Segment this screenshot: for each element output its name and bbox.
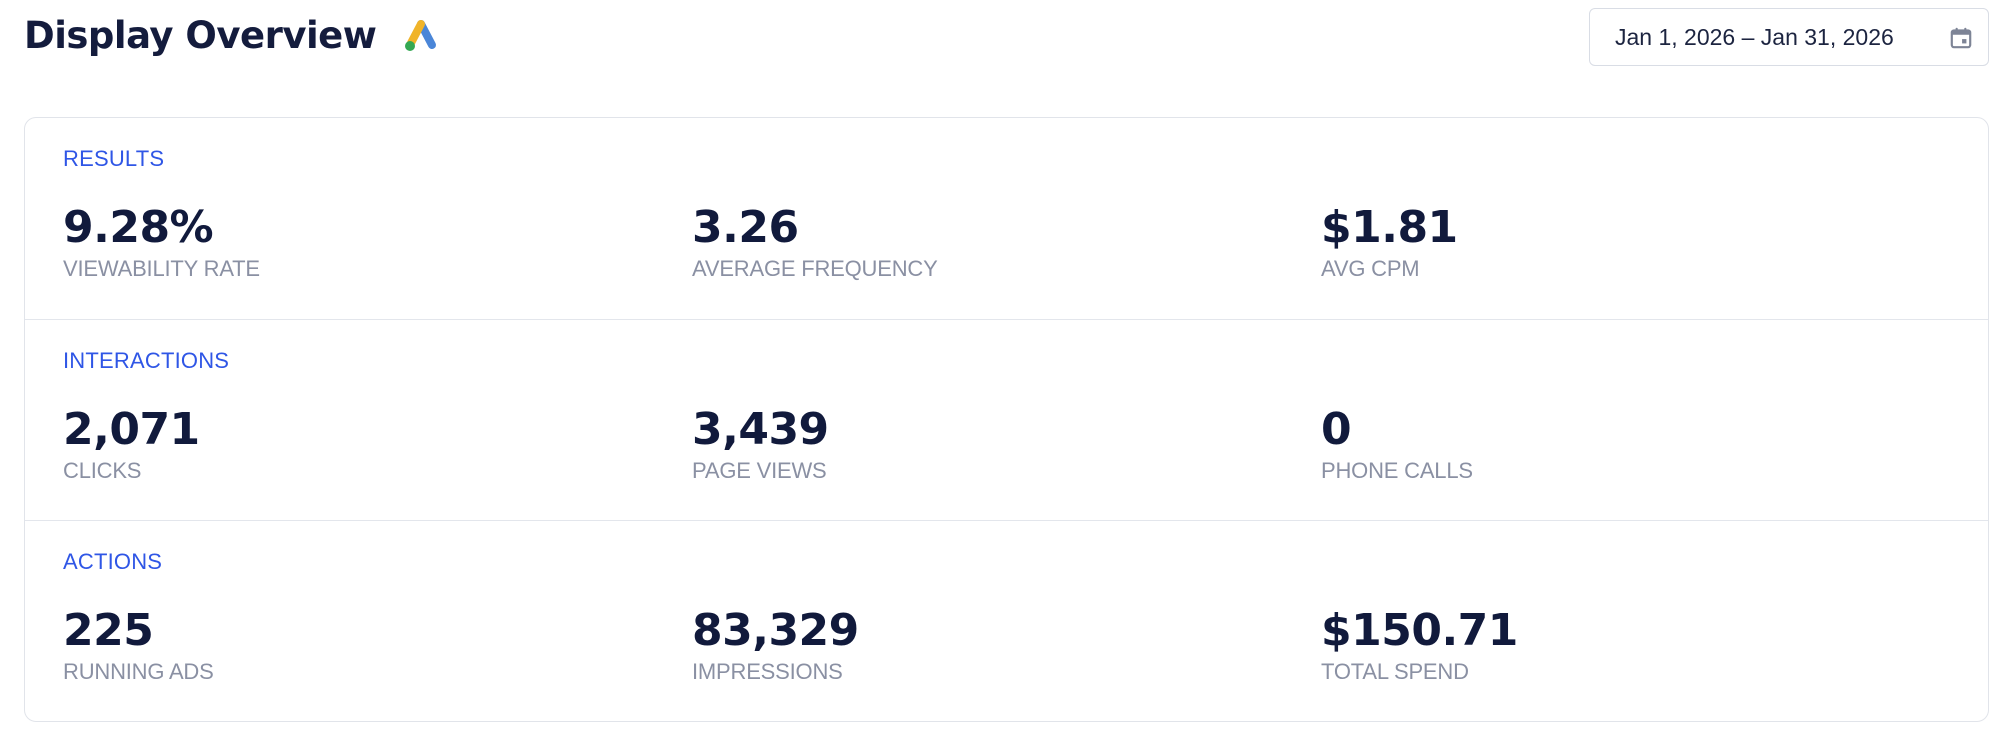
metric-average-frequency: 3.26 AVERAGE FREQUENCY — [692, 204, 938, 282]
section-title: RESULTS — [63, 146, 165, 171]
metric-label: AVG CPM — [1321, 256, 1420, 281]
metric-avg-cpm: $1.81 AVG CPM — [1321, 204, 1458, 282]
metric-label: AVERAGE FREQUENCY — [692, 256, 938, 281]
metric-value: 0 — [1321, 404, 1352, 455]
metric-impressions: 83,329 IMPRESSIONS — [692, 607, 859, 685]
metric-value: $1.81 — [1321, 202, 1458, 253]
metric-label: PAGE VIEWS — [692, 458, 827, 483]
date-range-picker[interactable]: Jan 1, 2026 – Jan 31, 2026 — [1589, 8, 1989, 66]
metric-label: TOTAL SPEND — [1321, 659, 1469, 684]
section-title: INTERACTIONS — [63, 348, 230, 373]
metric-value: 3,439 — [692, 404, 829, 455]
metric-clicks: 2,071 CLICKS — [63, 406, 200, 484]
metric-label: PHONE CALLS — [1321, 458, 1473, 483]
metric-phone-calls: 0 PHONE CALLS — [1321, 406, 1473, 484]
metric-value: $150.71 — [1321, 605, 1518, 656]
section-results: RESULTS 9.28% VIEWABILITY RATE 3.26 AVER… — [25, 118, 1988, 319]
metric-value: 225 — [63, 605, 154, 656]
overview-card: RESULTS 9.28% VIEWABILITY RATE 3.26 AVER… — [24, 117, 1989, 722]
metric-value: 9.28% — [63, 202, 214, 253]
date-range-text: Jan 1, 2026 – Jan 31, 2026 — [1615, 23, 1894, 50]
metric-label: CLICKS — [63, 458, 142, 483]
metric-value: 3.26 — [692, 202, 799, 253]
metric-value: 83,329 — [692, 605, 859, 656]
section-title: ACTIONS — [63, 549, 163, 574]
section-interactions: INTERACTIONS 2,071 CLICKS 3,439 PAGE VIE… — [25, 319, 1988, 520]
metric-label: IMPRESSIONS — [692, 659, 843, 684]
section-actions: ACTIONS 225 RUNNING ADS 83,329 IMPRESSIO… — [25, 520, 1988, 721]
page-title: Display Overview — [24, 14, 377, 57]
page: Display Overview Jan 1, 2026 – Jan 31, 2… — [0, 0, 2006, 748]
metric-running-ads: 225 RUNNING ADS — [63, 607, 214, 685]
metric-total-spend: $150.71 TOTAL SPEND — [1321, 607, 1518, 685]
metric-value: 2,071 — [63, 404, 200, 455]
metric-viewability-rate: 9.28% VIEWABILITY RATE — [63, 204, 260, 282]
metric-label: VIEWABILITY RATE — [63, 256, 260, 281]
title-wrap: Display Overview — [24, 14, 440, 57]
calendar-icon[interactable] — [1948, 25, 1974, 51]
google-ads-logo-icon — [400, 16, 440, 56]
metric-page-views: 3,439 PAGE VIEWS — [692, 406, 829, 484]
header: Display Overview Jan 1, 2026 – Jan 31, 2… — [24, 8, 1989, 68]
metric-label: RUNNING ADS — [63, 659, 214, 684]
